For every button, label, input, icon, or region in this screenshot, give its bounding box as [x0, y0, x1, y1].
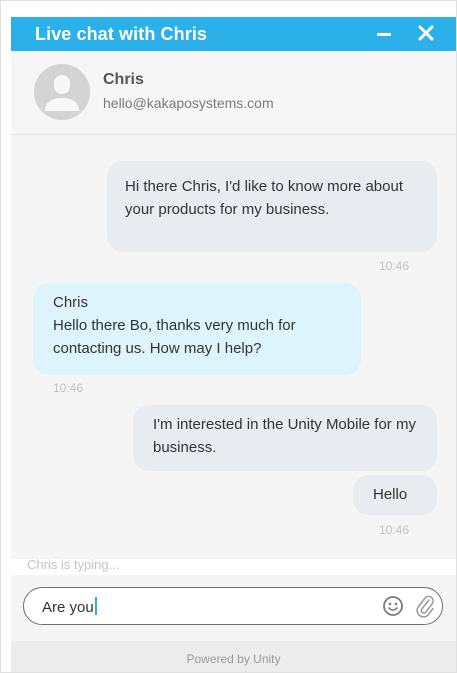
message-bubble-outgoing: Hello [353, 475, 437, 515]
footer: Powered by Unity [11, 641, 456, 672]
message-bubble-outgoing: Hi there Chris, I'd like to know more ab… [107, 161, 437, 252]
message-bubble-incoming: Chris Hello there Bo, thanks very much f… [33, 283, 361, 375]
emoji-icon[interactable] [382, 595, 404, 617]
message-input[interactable]: Are you [23, 587, 443, 625]
chat-widget: Live chat with Chris Chris hello@kakapos… [0, 0, 457, 673]
agent-header: Chris hello@kakaposystems.com [11, 51, 456, 135]
message-list: Hi there Chris, I'd like to know more ab… [11, 135, 456, 559]
typing-indicator: Chris is typing... [27, 557, 120, 572]
text-caret [94, 597, 97, 615]
agent-name: Chris [103, 71, 144, 88]
close-icon[interactable] [417, 24, 435, 42]
message-text: Hi there Chris, I'd like to know more ab… [125, 178, 403, 218]
message-text: Hello there Bo, thanks very much for con… [53, 317, 296, 357]
composer-bar: Are you [11, 575, 456, 641]
message-timestamp: 10:46 [379, 259, 410, 273]
message-bubble-outgoing: I'm interested in the Unity Mobile for m… [133, 405, 437, 471]
message-input-value[interactable]: Are you [42, 597, 97, 616]
minimize-icon[interactable] [377, 33, 391, 36]
agent-email: hello@kakaposystems.com [103, 95, 274, 111]
message-text: Hello [373, 486, 408, 503]
paperclip-icon[interactable] [414, 594, 436, 618]
chat-titlebar: Live chat with Chris [11, 17, 456, 51]
message-input-text: Are you [42, 599, 94, 616]
user-avatar-icon [34, 64, 90, 120]
message-timestamp: 10:46 [53, 381, 84, 395]
powered-by-text: Powered by Unity [186, 652, 281, 666]
message-sender: Chris [53, 294, 89, 311]
message-text: I'm interested in the Unity Mobile for m… [153, 416, 416, 456]
message-timestamp: 10:46 [379, 523, 410, 537]
chat-title: Live chat with Chris [35, 24, 208, 44]
